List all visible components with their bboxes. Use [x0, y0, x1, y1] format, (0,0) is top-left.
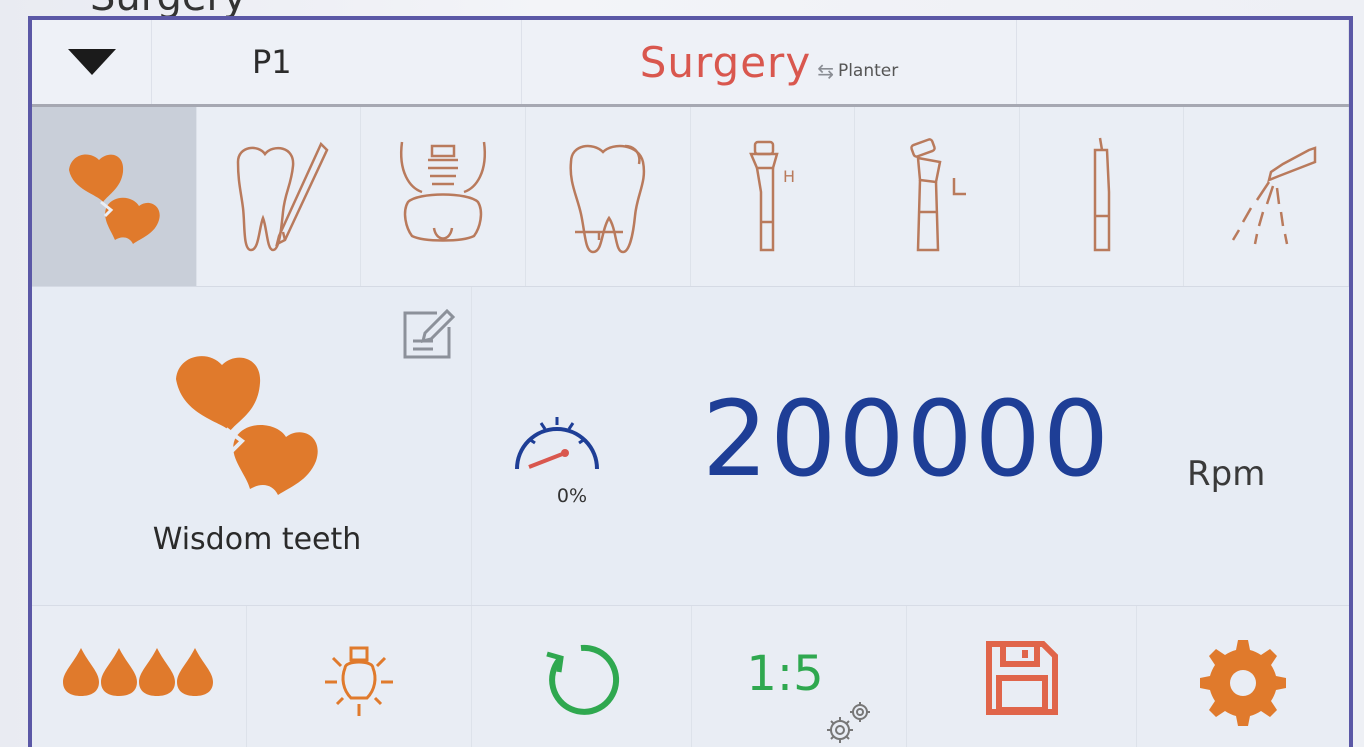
- load-percent: 0%: [556, 485, 588, 507]
- tooth-icon: [569, 144, 645, 253]
- scaler-icon: [1093, 137, 1110, 251]
- svg-text:H: H: [783, 167, 795, 186]
- speed-unit: Rpm: [1187, 454, 1266, 494]
- tool-scaler[interactable]: [1020, 107, 1185, 286]
- header-bar: P1 Surgery ⇆ Planter: [32, 20, 1349, 107]
- wisdom-teeth-icon: [176, 356, 318, 495]
- water-drops-icon: [63, 648, 213, 696]
- gear-icon: [1200, 640, 1286, 726]
- tool-restoration[interactable]: [526, 107, 691, 286]
- triangle-down-icon[interactable]: [67, 49, 116, 75]
- rotate-icon: [545, 644, 619, 715]
- swap-arrows-icon: ⇆: [817, 59, 834, 83]
- tool-selector-row: H: [32, 107, 1349, 287]
- tooth-file-icon: [237, 141, 329, 251]
- handpiece-l-icon: [910, 137, 966, 251]
- preset-panel: Wisdom teeth: [32, 287, 472, 605]
- tool-water-spray[interactable]: [1184, 107, 1349, 286]
- save-icon: [985, 641, 1058, 715]
- tool-implant[interactable]: [361, 107, 526, 286]
- rotation-button[interactable]: [472, 606, 692, 747]
- tool-wisdom-teeth[interactable]: [32, 107, 197, 286]
- water-level-button[interactable]: [32, 606, 247, 747]
- light-bulb-icon: [325, 646, 393, 716]
- bottom-toolbar: 1:5: [32, 605, 1349, 747]
- program-selector[interactable]: P1: [152, 20, 522, 104]
- edit-icon[interactable]: [397, 303, 457, 363]
- alt-mode-label: Planter: [837, 61, 899, 81]
- tool-root-canal[interactable]: [197, 107, 362, 286]
- mode-toggle[interactable]: Surgery ⇆ Planter: [522, 20, 1017, 104]
- gears-icon: [827, 702, 870, 743]
- implant-icon: [400, 141, 487, 242]
- gear-ratio-button[interactable]: 1:5: [692, 606, 907, 747]
- settings-button[interactable]: [1137, 606, 1349, 747]
- program-label: P1: [252, 43, 292, 81]
- mode-title: Surgery: [639, 37, 812, 87]
- tool-high-speed[interactable]: H: [691, 107, 856, 286]
- spray-icon: [1232, 145, 1317, 244]
- light-button[interactable]: [247, 606, 472, 747]
- header-spacer: [1017, 20, 1349, 104]
- gear-ratio: 1:5: [746, 646, 824, 702]
- preset-name: Wisdom teeth: [152, 522, 362, 557]
- menu-dropdown[interactable]: [32, 20, 152, 104]
- device-screen: P1 Surgery ⇆ Planter H Wisdom teeth 0% 2…: [28, 16, 1353, 747]
- gauge-icon: [515, 417, 599, 470]
- wisdom-teeth-icon: [68, 154, 160, 244]
- save-button[interactable]: [907, 606, 1137, 747]
- handpiece-h-icon: H: [749, 140, 795, 251]
- speed-value[interactable]: 200000: [702, 387, 1111, 491]
- main-panel: Wisdom teeth 0% 200000 Rpm: [32, 287, 1349, 605]
- tool-low-speed[interactable]: [855, 107, 1020, 286]
